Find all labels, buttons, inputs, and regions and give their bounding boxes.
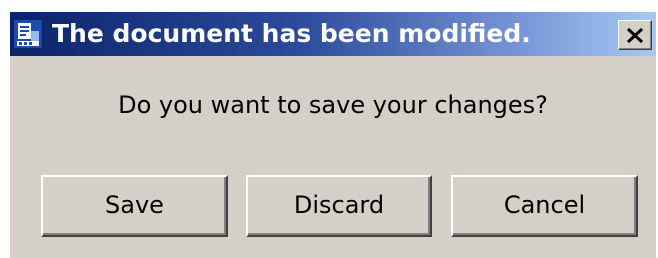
title-bar[interactable]: The document has been modified. [10, 12, 656, 56]
document-app-icon [13, 19, 43, 49]
discard-button[interactable]: Discard [246, 175, 432, 237]
dialog-message: Do you want to save your changes? [118, 91, 548, 119]
dialog-title: The document has been modified. [52, 19, 531, 48]
close-icon [626, 27, 644, 44]
save-changes-dialog: The document has been modified. Do you w… [10, 12, 656, 258]
save-button[interactable]: Save [41, 175, 228, 237]
cancel-button[interactable]: Cancel [451, 175, 638, 237]
close-button[interactable] [618, 20, 652, 50]
